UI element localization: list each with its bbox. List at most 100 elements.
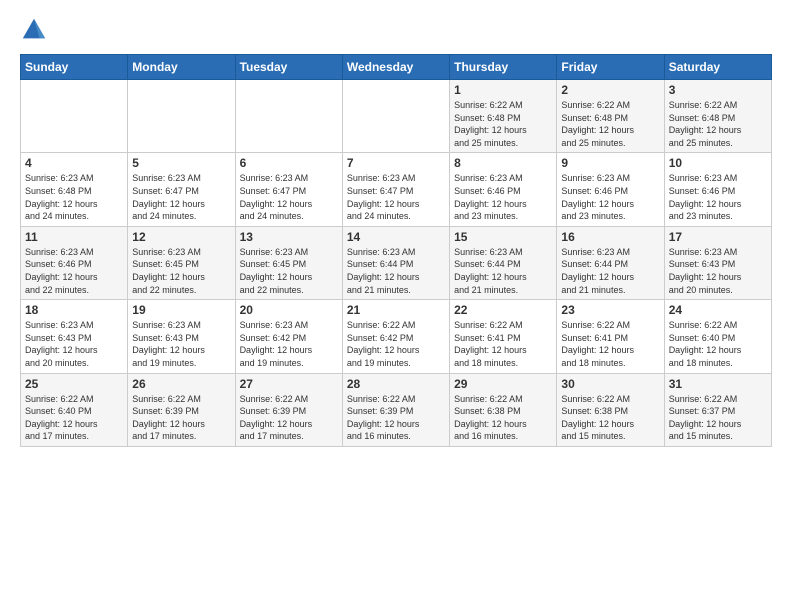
- calendar-cell: 5 Sunrise: 6:23 AM Sunset: 6:47 PM Daylig…: [128, 153, 235, 226]
- day-header: Saturday: [664, 55, 771, 80]
- day-number: 18: [25, 303, 123, 317]
- day-number: 16: [561, 230, 659, 244]
- day-info: Sunrise: 6:22 AM Sunset: 6:39 PM Dayligh…: [132, 393, 230, 443]
- calendar-cell: 6Sunrise: 6:23 AM Sunset: 6:47 PM Daylig…: [235, 153, 342, 226]
- day-info: Sunrise: 6:22 AM Sunset: 6:38 PM Dayligh…: [454, 393, 552, 443]
- day-info: Sunrise: 6:23 AM Sunset: 6:44 PM Dayligh…: [454, 246, 552, 296]
- calendar-cell: 28 Sunrise: 6:22 AM Sunset: 6:39 PM Dayli…: [342, 373, 449, 446]
- day-header: Friday: [557, 55, 664, 80]
- calendar-cell: 8 Sunrise: 6:23 AM Sunset: 6:46 PM Daylig…: [450, 153, 557, 226]
- day-info: Sunrise: 6:23 AM Sunset: 6:44 PM Dayligh…: [561, 246, 659, 296]
- day-number: 7: [347, 156, 445, 170]
- calendar-cell: 19Sunrise: 6:23 AM Sunset: 6:43 PM Dayli…: [128, 300, 235, 373]
- day-header: Wednesday: [342, 55, 449, 80]
- day-info: Sunrise: 6:23 AM Sunset: 6:47 PM Dayligh…: [347, 172, 445, 222]
- day-info: Sunrise: 6:22 AM Sunset: 6:41 PM Dayligh…: [561, 319, 659, 369]
- logo-icon: [20, 16, 48, 44]
- calendar-cell: 14 Sunrise: 6:23 AM Sunset: 6:44 PM Dayli…: [342, 226, 449, 299]
- calendar-cell: 1Sunrise: 6:22 AM Sunset: 6:48 PM Daylig…: [450, 80, 557, 153]
- day-number: 26: [132, 377, 230, 391]
- calendar-cell: 2Sunrise: 6:22 AM Sunset: 6:48 PM Daylig…: [557, 80, 664, 153]
- day-info: Sunrise: 6:23 AM Sunset: 6:43 PM Dayligh…: [132, 319, 230, 369]
- calendar-cell: 7 Sunrise: 6:23 AM Sunset: 6:47 PM Daylig…: [342, 153, 449, 226]
- day-header: Thursday: [450, 55, 557, 80]
- day-number: 5: [132, 156, 230, 170]
- day-info: Sunrise: 6:23 AM Sunset: 6:46 PM Dayligh…: [25, 246, 123, 296]
- day-number: 2: [561, 83, 659, 97]
- calendar-cell: 29 Sunrise: 6:22 AM Sunset: 6:38 PM Dayli…: [450, 373, 557, 446]
- calendar-cell: 13 Sunrise: 6:23 AM Sunset: 6:45 PM Dayli…: [235, 226, 342, 299]
- calendar-body: 1Sunrise: 6:22 AM Sunset: 6:48 PM Daylig…: [21, 80, 772, 447]
- calendar-cell: 30 Sunrise: 6:22 AM Sunset: 6:38 PM Dayli…: [557, 373, 664, 446]
- day-info: Sunrise: 6:23 AM Sunset: 6:45 PM Dayligh…: [240, 246, 338, 296]
- day-number: 29: [454, 377, 552, 391]
- day-info: Sunrise: 6:23 AM Sunset: 6:46 PM Dayligh…: [561, 172, 659, 222]
- day-info: Sunrise: 6:22 AM Sunset: 6:48 PM Dayligh…: [454, 99, 552, 149]
- day-info: Sunrise: 6:22 AM Sunset: 6:48 PM Dayligh…: [669, 99, 767, 149]
- day-info: Sunrise: 6:22 AM Sunset: 6:40 PM Dayligh…: [25, 393, 123, 443]
- header: [20, 16, 772, 44]
- calendar-cell: 21 Sunrise: 6:22 AM Sunset: 6:42 PM Dayli…: [342, 300, 449, 373]
- day-info: Sunrise: 6:22 AM Sunset: 6:38 PM Dayligh…: [561, 393, 659, 443]
- day-number: 4: [25, 156, 123, 170]
- day-info: Sunrise: 6:23 AM Sunset: 6:45 PM Dayligh…: [132, 246, 230, 296]
- calendar-cell: 16 Sunrise: 6:23 AM Sunset: 6:44 PM Dayli…: [557, 226, 664, 299]
- day-number: 13: [240, 230, 338, 244]
- day-number: 28: [347, 377, 445, 391]
- day-number: 27: [240, 377, 338, 391]
- calendar-cell: 4Sunrise: 6:23 AM Sunset: 6:48 PM Daylig…: [21, 153, 128, 226]
- day-info: Sunrise: 6:22 AM Sunset: 6:41 PM Dayligh…: [454, 319, 552, 369]
- logo: [20, 16, 52, 44]
- calendar-cell: [235, 80, 342, 153]
- day-info: Sunrise: 6:22 AM Sunset: 6:40 PM Dayligh…: [669, 319, 767, 369]
- calendar-cell: 18 Sunrise: 6:23 AM Sunset: 6:43 PM Dayli…: [21, 300, 128, 373]
- day-number: 8: [454, 156, 552, 170]
- day-number: 17: [669, 230, 767, 244]
- day-number: 12: [132, 230, 230, 244]
- calendar-cell: 24 Sunrise: 6:22 AM Sunset: 6:40 PM Dayli…: [664, 300, 771, 373]
- day-info: Sunrise: 6:22 AM Sunset: 6:42 PM Dayligh…: [347, 319, 445, 369]
- day-info: Sunrise: 6:23 AM Sunset: 6:47 PM Dayligh…: [132, 172, 230, 222]
- day-header: Sunday: [21, 55, 128, 80]
- day-info: Sunrise: 6:23 AM Sunset: 6:44 PM Dayligh…: [347, 246, 445, 296]
- calendar-header-row: SundayMondayTuesdayWednesdayThursdayFrid…: [21, 55, 772, 80]
- calendar-cell: 20Sunrise: 6:23 AM Sunset: 6:42 PM Dayli…: [235, 300, 342, 373]
- day-number: 22: [454, 303, 552, 317]
- day-number: 10: [669, 156, 767, 170]
- day-number: 14: [347, 230, 445, 244]
- calendar-cell: 31Sunrise: 6:22 AM Sunset: 6:37 PM Dayli…: [664, 373, 771, 446]
- day-number: 9: [561, 156, 659, 170]
- calendar-week-row: 11 Sunrise: 6:23 AM Sunset: 6:46 PM Dayli…: [21, 226, 772, 299]
- calendar-week-row: 18 Sunrise: 6:23 AM Sunset: 6:43 PM Dayli…: [21, 300, 772, 373]
- page-container: SundayMondayTuesdayWednesdayThursdayFrid…: [0, 0, 792, 457]
- calendar-cell: 15Sunrise: 6:23 AM Sunset: 6:44 PM Dayli…: [450, 226, 557, 299]
- day-number: 3: [669, 83, 767, 97]
- calendar-cell: 25 Sunrise: 6:22 AM Sunset: 6:40 PM Dayli…: [21, 373, 128, 446]
- day-info: Sunrise: 6:22 AM Sunset: 6:39 PM Dayligh…: [347, 393, 445, 443]
- day-info: Sunrise: 6:23 AM Sunset: 6:43 PM Dayligh…: [25, 319, 123, 369]
- calendar-week-row: 25 Sunrise: 6:22 AM Sunset: 6:40 PM Dayli…: [21, 373, 772, 446]
- day-info: Sunrise: 6:22 AM Sunset: 6:39 PM Dayligh…: [240, 393, 338, 443]
- calendar-cell: 9 Sunrise: 6:23 AM Sunset: 6:46 PM Daylig…: [557, 153, 664, 226]
- day-number: 11: [25, 230, 123, 244]
- day-number: 25: [25, 377, 123, 391]
- calendar-week-row: 4Sunrise: 6:23 AM Sunset: 6:48 PM Daylig…: [21, 153, 772, 226]
- calendar-cell: 22 Sunrise: 6:22 AM Sunset: 6:41 PM Dayli…: [450, 300, 557, 373]
- day-number: 21: [347, 303, 445, 317]
- day-number: 23: [561, 303, 659, 317]
- day-info: Sunrise: 6:23 AM Sunset: 6:47 PM Dayligh…: [240, 172, 338, 222]
- calendar-cell: [21, 80, 128, 153]
- day-number: 30: [561, 377, 659, 391]
- day-info: Sunrise: 6:23 AM Sunset: 6:43 PM Dayligh…: [669, 246, 767, 296]
- calendar-cell: 12 Sunrise: 6:23 AM Sunset: 6:45 PM Dayli…: [128, 226, 235, 299]
- day-header: Tuesday: [235, 55, 342, 80]
- day-info: Sunrise: 6:23 AM Sunset: 6:46 PM Dayligh…: [669, 172, 767, 222]
- calendar-cell: 23 Sunrise: 6:22 AM Sunset: 6:41 PM Dayli…: [557, 300, 664, 373]
- day-number: 24: [669, 303, 767, 317]
- calendar-table: SundayMondayTuesdayWednesdayThursdayFrid…: [20, 54, 772, 447]
- day-number: 20: [240, 303, 338, 317]
- calendar-cell: 27 Sunrise: 6:22 AM Sunset: 6:39 PM Dayli…: [235, 373, 342, 446]
- calendar-cell: [128, 80, 235, 153]
- day-number: 31: [669, 377, 767, 391]
- day-info: Sunrise: 6:23 AM Sunset: 6:46 PM Dayligh…: [454, 172, 552, 222]
